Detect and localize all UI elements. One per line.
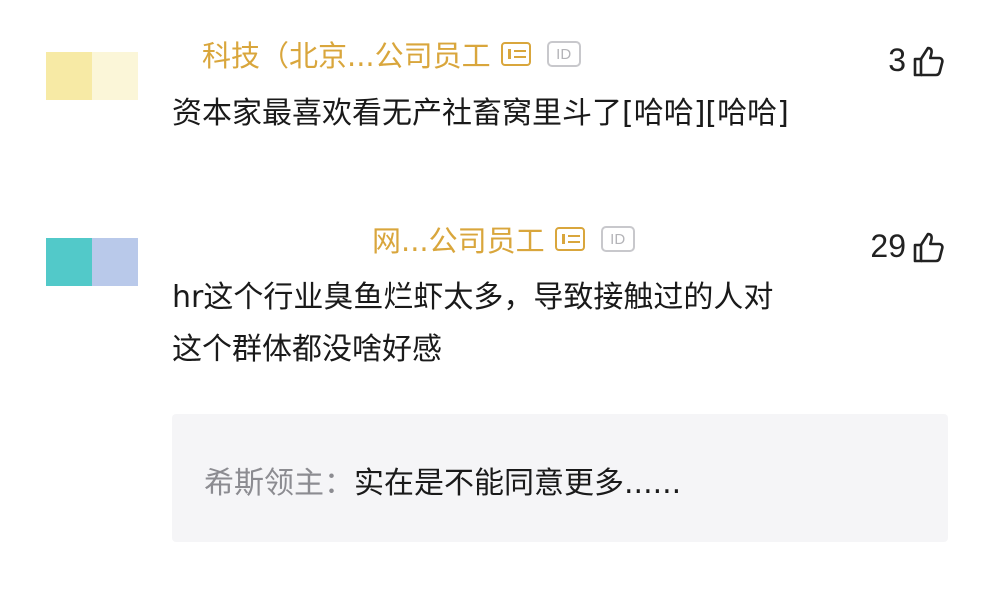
like-count: 29 bbox=[870, 228, 906, 264]
thumbs-up-icon bbox=[913, 46, 944, 76]
author-name: 科技（北京...公司员工 bbox=[202, 39, 491, 73]
reply-text: 实在是不能同意更多...... bbox=[354, 466, 682, 501]
like-button[interactable]: 3 bbox=[888, 42, 946, 79]
comment-author[interactable]: 科技（北京...公司员工 ID bbox=[172, 34, 581, 74]
thumbs-up-icon bbox=[913, 232, 944, 262]
reply-author[interactable]: 希斯领主： bbox=[204, 466, 354, 501]
avatar[interactable] bbox=[46, 238, 138, 286]
reply-preview[interactable]: 希斯领主：实在是不能同意更多...... bbox=[172, 414, 948, 542]
like-button[interactable]: 29 bbox=[870, 228, 946, 265]
employee-badge-icon bbox=[554, 227, 585, 251]
employee-badge-icon bbox=[500, 42, 531, 66]
like-count: 3 bbox=[888, 42, 906, 78]
id-badge-icon: ID bbox=[546, 41, 581, 67]
comment-text: hr这个行业臭鱼烂虾太多，导致接触过的人对 这个群体都没啥好感 bbox=[172, 272, 872, 376]
comment-text: 资本家最喜欢看无产社畜窝里斗了[哈哈][哈哈] bbox=[172, 96, 789, 131]
id-badge-icon: ID bbox=[600, 226, 635, 252]
comment-text-line: 这个群体都没啥好感 bbox=[172, 332, 442, 367]
author-name: 网...公司员工 bbox=[372, 224, 545, 258]
comment-text-line: hr这个行业臭鱼烂虾太多，导致接触过的人对 bbox=[172, 280, 774, 315]
avatar[interactable] bbox=[46, 52, 138, 100]
comment-author[interactable]: 网...公司员工 ID bbox=[172, 219, 635, 259]
